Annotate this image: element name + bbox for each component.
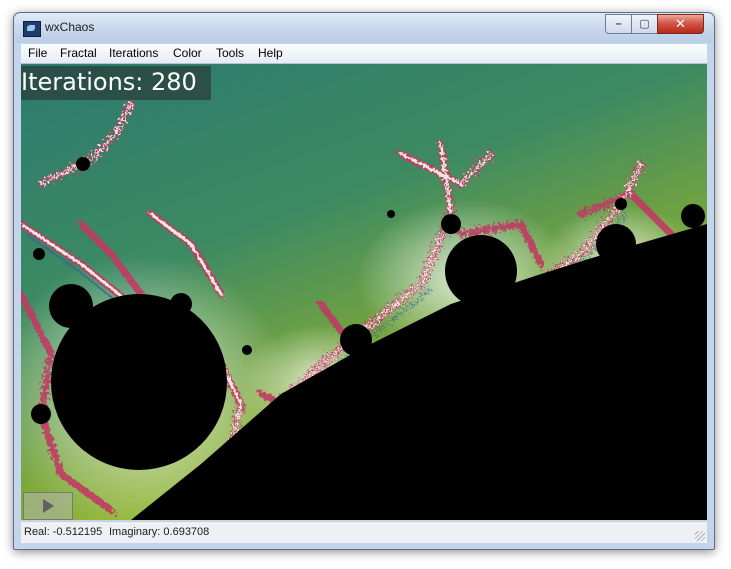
real-coordinate: Real: -0.512195 [24,526,103,538]
iterations-overlay: Iterations: 280 [21,66,211,100]
menu-iterations[interactable]: Iterations [109,46,158,60]
menu-bar: File Fractal Iterations Color Tools Help [21,44,707,64]
menu-fractal[interactable]: Fractal [60,46,97,60]
window-title: wxChaos [45,20,95,34]
menu-color[interactable]: Color [173,46,202,60]
fractal-canvas[interactable]: Iterations: 280 [21,64,707,520]
imaginary-coordinate: Imaginary: 0.693708 [109,526,210,538]
title-bar[interactable]: wxChaos – ▢ ✕ [14,13,714,43]
minimize-icon: – [615,18,622,30]
minimize-button[interactable]: – [605,14,632,34]
close-icon: ✕ [675,16,686,31]
close-button[interactable]: ✕ [657,14,704,34]
menu-file[interactable]: File [28,46,47,60]
maximize-icon: ▢ [639,18,650,30]
status-bar: Real: -0.512195 Imaginary: 0.693708 [21,521,707,543]
menu-help[interactable]: Help [258,46,283,60]
resize-grip[interactable] [695,531,705,541]
menu-tools[interactable]: Tools [216,46,244,60]
mandelbrot-fractal [21,100,707,520]
iterations-label: Iterations: 280 [21,68,197,96]
play-button[interactable] [23,492,73,520]
maximize-button[interactable]: ▢ [631,14,658,34]
app-window: wxChaos – ▢ ✕ File Fractal Iterations Co… [13,12,715,550]
app-icon [23,21,41,37]
